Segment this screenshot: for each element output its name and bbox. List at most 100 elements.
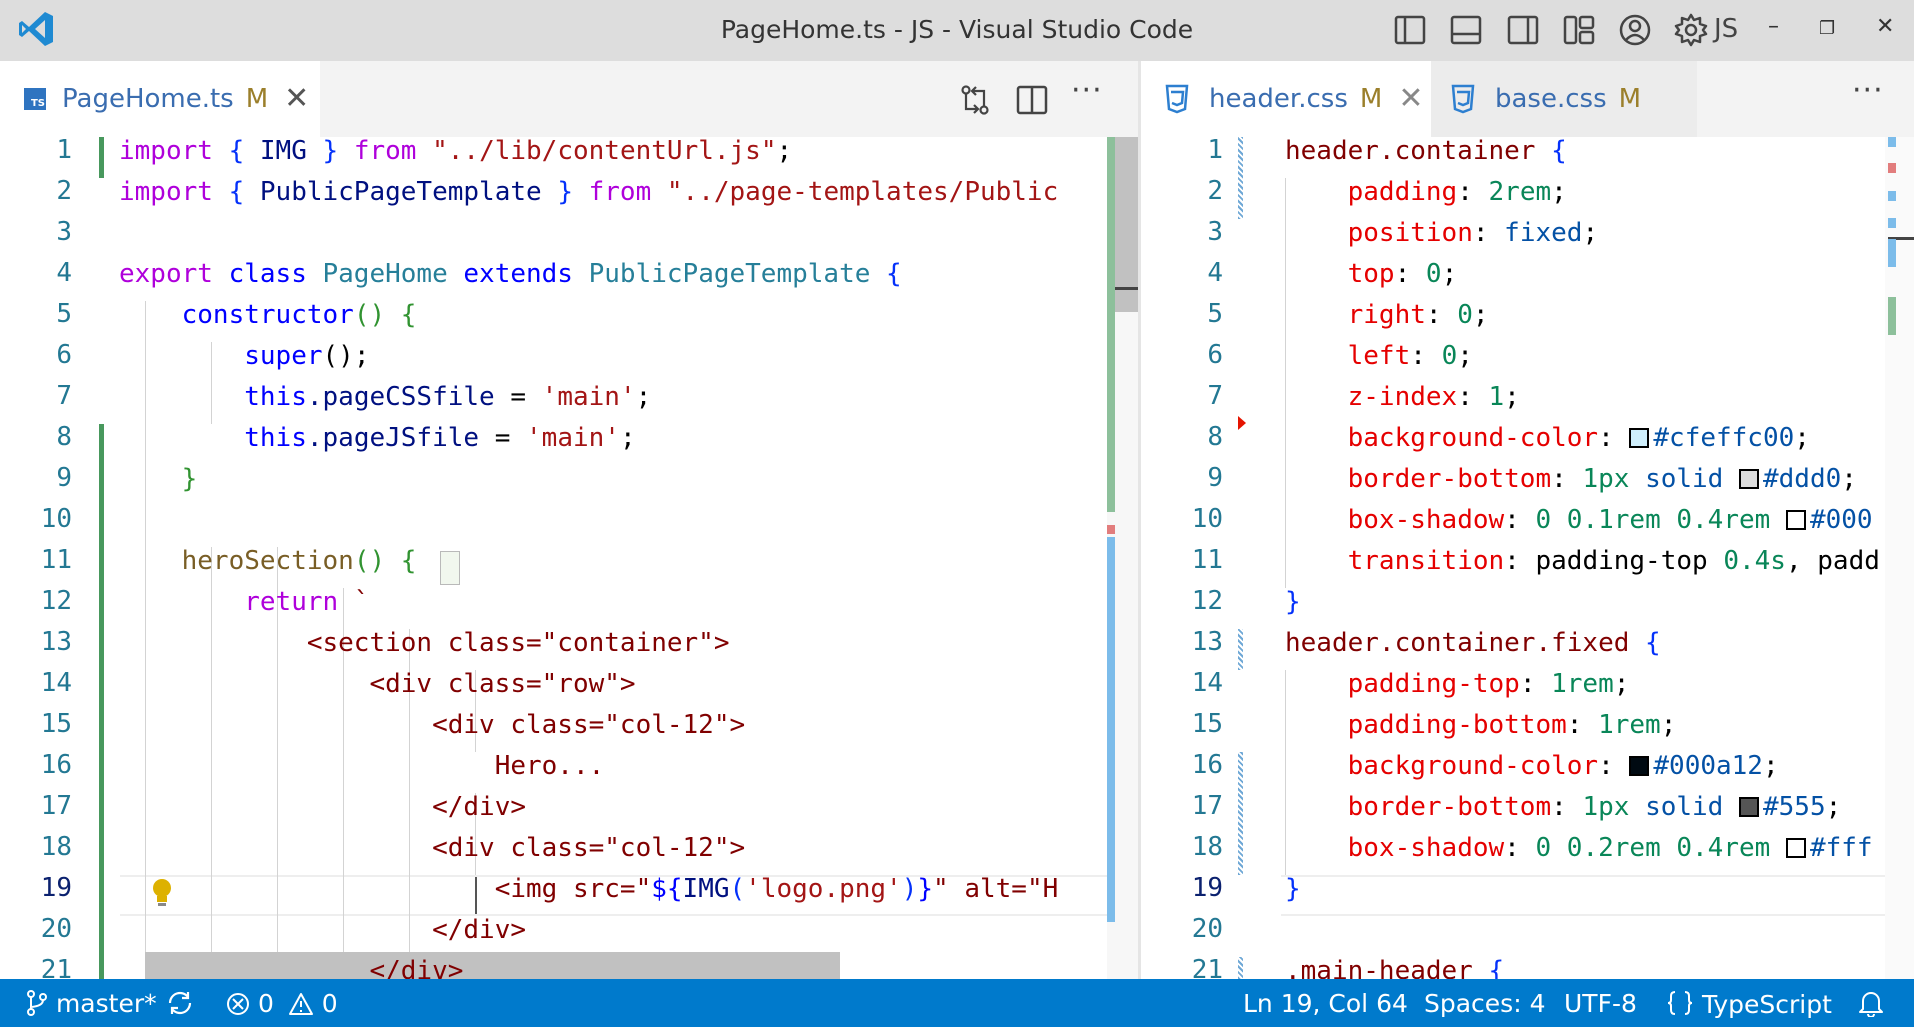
cursor-position[interactable]: Ln 19, Col 64: [1243, 989, 1408, 1018]
code-token: super: [244, 341, 323, 371]
line-number: 11: [1191, 545, 1223, 575]
language-mode[interactable]: TypeScript: [1666, 989, 1832, 1019]
code-line: import { PublicPageTemplate } from "../p…: [119, 172, 1058, 213]
tab-filename: PageHome.ts: [62, 84, 234, 114]
toggle-panel-icon[interactable]: [1448, 12, 1484, 48]
line-number: 16: [40, 750, 72, 780]
more-actions-icon[interactable]: ···: [1071, 73, 1103, 108]
code-token: padding-bottom: [1347, 710, 1567, 740]
indentation-setting[interactable]: Spaces: 4: [1424, 989, 1545, 1018]
tab-base-css[interactable]: base.css M: [1431, 61, 1697, 137]
line-number: 17: [40, 791, 72, 821]
code-token: ;: [1660, 710, 1677, 740]
code-token: z-index: [1347, 382, 1458, 412]
line-number: 10: [1191, 504, 1223, 534]
code-token: ;: [1504, 382, 1520, 412]
status-bar: master* 0 0 Ln 19, Col 64 Spaces: 4 UTF-…: [0, 979, 1914, 1027]
code-line: this.pageJSfile = 'main';: [119, 418, 636, 459]
code-token: box-shadow: [1347, 505, 1505, 535]
line-number: 6: [1207, 340, 1223, 370]
code-token: ): [901, 874, 918, 904]
color-swatch[interactable]: [1785, 510, 1806, 530]
code-token: from: [588, 177, 667, 207]
code-token: ;: [619, 423, 636, 453]
left-tab-bar: TS PageHome.ts M ✕ ···: [0, 61, 1139, 137]
code-line: export class PageHome extends PublicPage…: [119, 254, 902, 295]
tab-close-icon[interactable]: ✕: [284, 84, 309, 114]
color-swatch[interactable]: [1785, 838, 1806, 858]
line-number: 13: [1191, 627, 1223, 657]
close-window-button[interactable]: ✕: [1876, 14, 1894, 39]
code-token: 'main': [541, 382, 636, 412]
line-number: 17: [1191, 791, 1223, 821]
overview-deleted-marker: [1888, 163, 1896, 173]
notifications-bell-icon[interactable]: [1858, 989, 1884, 1019]
code-token: .pageCSSfile: [306, 382, 511, 412]
line-number: 8: [56, 422, 72, 452]
code-token: header.container: [1285, 137, 1552, 166]
file-encoding[interactable]: UTF-8: [1564, 989, 1637, 1018]
sync-icon[interactable]: [166, 989, 194, 1018]
source-control-branch[interactable]: master*: [26, 989, 157, 1018]
code-line: header.container {: [1285, 137, 1567, 172]
code-token: ;: [1582, 218, 1599, 248]
code-line: </div>: [119, 787, 526, 828]
bracket-match-highlight: [440, 551, 460, 585]
code-token: right: [1347, 300, 1426, 330]
tab-pagehome-ts[interactable]: TS PageHome.ts M ✕: [0, 61, 320, 137]
right-code-editor[interactable]: 1 2 3 4 5 6 7 8 9 10 11 12 13 14 15 16 17 18 19 20 21 header…: [1141, 137, 1914, 979]
code-line: background-color: #000a12;: [1285, 746, 1779, 787]
toggle-secondary-sidebar-icon[interactable]: [1505, 12, 1541, 48]
color-swatch[interactable]: [1629, 756, 1650, 776]
color-swatch[interactable]: [1629, 428, 1650, 448]
line-number: 9: [1207, 463, 1223, 493]
overview-changed-marker: [1888, 191, 1896, 201]
minimize-button[interactable]: –: [1768, 14, 1779, 39]
problems-indicator[interactable]: 0 0: [226, 989, 338, 1018]
account-label[interactable]: JS: [1714, 14, 1738, 44]
manage-gear-icon[interactable]: [1673, 12, 1709, 48]
toggle-primary-sidebar-icon[interactable]: [1392, 12, 1428, 48]
more-actions-icon[interactable]: ···: [1852, 73, 1884, 108]
line-number: 5: [1207, 299, 1223, 329]
code-token: PublicPageTemplate: [259, 177, 558, 207]
code-token: extends: [463, 259, 589, 289]
code-line: right: 0;: [1285, 295, 1489, 336]
code-token: import: [119, 177, 229, 207]
tab-filename: base.css: [1495, 84, 1607, 114]
open-changes-icon[interactable]: [958, 83, 992, 117]
error-icon: [227, 993, 249, 1015]
restore-button[interactable]: ❐: [1819, 18, 1835, 39]
customize-layout-icon[interactable]: [1561, 12, 1597, 48]
line-number: 6: [56, 340, 72, 370]
line-number: 7: [56, 381, 72, 411]
color-swatch[interactable]: [1738, 469, 1759, 489]
gutter-changed-marker: [1238, 752, 1243, 875]
split-editor-icon[interactable]: [1015, 83, 1049, 117]
code-line: transition: padding-top 0.4s, padd: [1285, 541, 1880, 582]
tab-header-css[interactable]: header.css M ✕: [1141, 61, 1431, 137]
code-token: <div class="col-12">: [432, 833, 746, 863]
left-code-editor[interactable]: 1 2 3 4 5 6 7 8 9 10 11 12 13 14 15 16 17 18 19 20 21 import…: [0, 137, 1138, 979]
overview-changed-marker: [1888, 137, 1896, 147]
code-token: padding-top: [1535, 546, 1724, 576]
code-token: 0.4s: [1723, 546, 1786, 576]
code-token: <img src=": [494, 874, 652, 904]
code-token: 0: [1457, 300, 1473, 330]
branch-name: master*: [55, 989, 157, 1018]
code-token: </div>: [432, 915, 526, 945]
line-number: 12: [1191, 586, 1223, 616]
code-token: this: [244, 382, 307, 412]
color-swatch[interactable]: [1738, 797, 1759, 817]
code-token: :: [1519, 669, 1552, 699]
code-token: this: [244, 423, 307, 453]
code-token: (: [729, 874, 746, 904]
tab-close-icon[interactable]: ✕: [1398, 84, 1423, 114]
git-branch-icon: [27, 990, 47, 1016]
account-icon[interactable]: [1617, 12, 1653, 48]
code-token: 2rem: [1488, 177, 1552, 207]
